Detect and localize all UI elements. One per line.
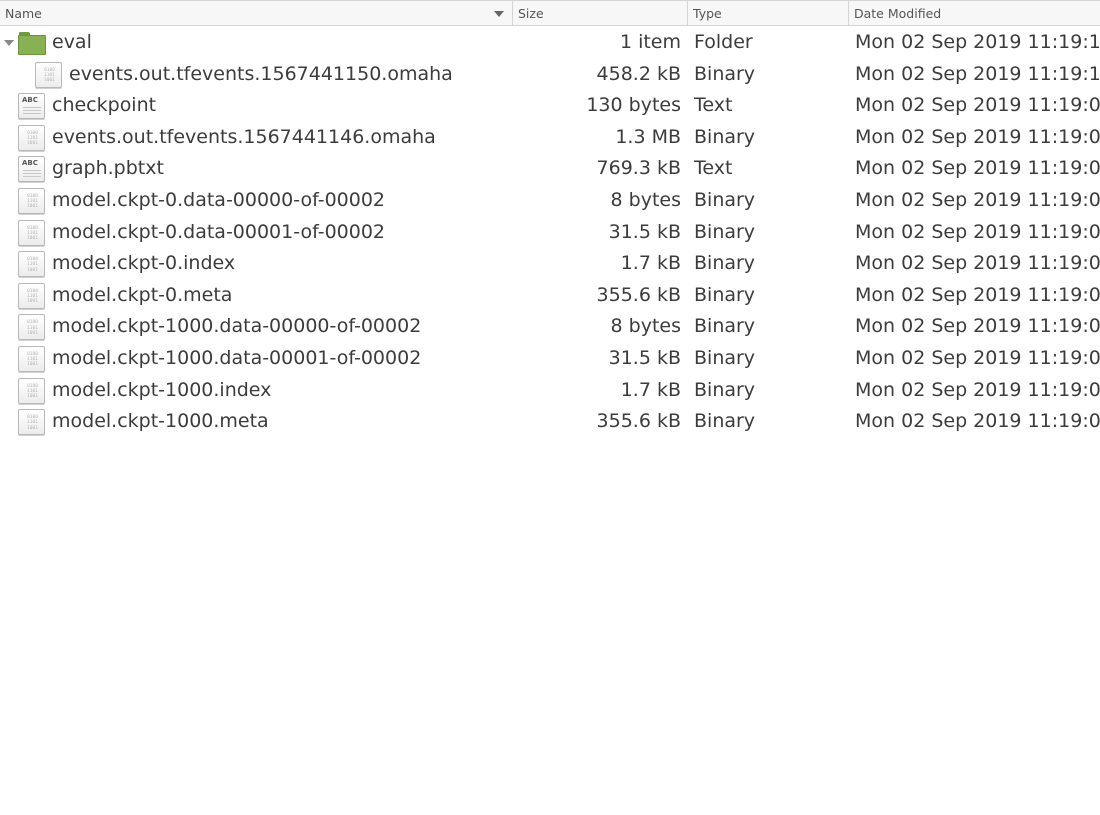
file-type: Binary (694, 283, 756, 306)
file-name: model.ckpt-1000.data-00000-of-00002 (52, 315, 422, 338)
binary-file-icon: 0100 1101 1001 (18, 409, 45, 436)
file-size: 355.6 kB (596, 283, 681, 306)
file-type: Binary (694, 220, 756, 243)
file-type: Text (694, 157, 733, 180)
file-size: 769.3 kB (596, 157, 681, 180)
file-size: 31.5 kB (608, 220, 681, 243)
file-date-modified: Mon 02 Sep 2019 11:19:09 AM (855, 378, 1100, 401)
file-type: Binary (694, 188, 756, 211)
file-date-modified: Mon 02 Sep 2019 11:19:07 AM (855, 252, 1100, 275)
file-type: Binary (694, 346, 756, 369)
file-row[interactable]: eval 1 item Folder Mon 02 Sep 2019 11:19:10… (0, 27, 1100, 59)
binary-file-icon: 0100 1101 1001 (35, 61, 62, 88)
file-date-modified: Mon 02 Sep 2019 11:19:10 AM (855, 62, 1100, 85)
binary-file-icon: 0100 1101 1001 (18, 282, 45, 309)
file-date-modified: Mon 02 Sep 2019 11:19:07 AM (855, 283, 1100, 306)
file-name: model.ckpt-1000.index (52, 378, 272, 401)
column-header-date-modified[interactable]: Date Modified (849, 1, 1100, 26)
binary-file-icon: 0100 1101 1001 (18, 124, 45, 151)
file-row[interactable]: 0100 1101 1001 model.ckpt-1000.meta 355.6 … (0, 406, 1100, 438)
column-header-type[interactable]: Type (688, 1, 849, 26)
file-row[interactable]: 0100 1101 1001 model.ckpt-1000.data-00000… (0, 311, 1100, 343)
file-size: 1.7 kB (620, 378, 681, 401)
file-row[interactable]: 0100 1101 1001 model.ckpt-0.index 1.7 kB Bi… (0, 248, 1100, 280)
file-type: Binary (694, 252, 756, 275)
file-date-modified: Mon 02 Sep 2019 11:19:07 AM (855, 220, 1100, 243)
file-name: checkpoint (52, 94, 157, 117)
file-size: 458.2 kB (596, 62, 681, 85)
file-size: 8 bytes (610, 188, 681, 211)
file-type: Binary (694, 410, 756, 433)
file-date-modified: Mon 02 Sep 2019 11:19:07 AM (855, 157, 1100, 180)
file-row[interactable]: 0100 1101 1001 model.ckpt-0.data-00000-of… (0, 185, 1100, 217)
file-size: 1.7 kB (620, 252, 681, 275)
file-date-modified: Mon 02 Sep 2019 11:19:09 AM (855, 125, 1100, 148)
file-name: graph.pbtxt (52, 157, 164, 180)
folder-icon (18, 30, 46, 56)
binary-file-icon: 0100 1101 1001 (18, 219, 45, 246)
file-type: Binary (694, 378, 756, 401)
file-size: 31.5 kB (608, 346, 681, 369)
file-name: model.ckpt-1000.data-00001-of-00002 (52, 346, 422, 369)
file-list: eval 1 item Folder Mon 02 Sep 2019 11:19:1 0… (0, 27, 1100, 438)
file-name: model.ckpt-0.data-00001-of-00002 (52, 220, 386, 243)
column-header-name[interactable]: Name (0, 1, 513, 26)
binary-file-icon: 0100 1101 1001 (18, 187, 45, 214)
file-date-modified: Mon 02 Sep 2019 11:19:10 AM (855, 31, 1100, 53)
file-row[interactable]: ABC graph.pbtxt 769.3 kB Text Mon 02 Sep 201… (0, 153, 1100, 185)
file-date-modified: Mon 02 Sep 2019 11:19:07 AM (855, 188, 1100, 211)
file-name: events.out.tfevents.1567441150.omaha (69, 62, 453, 85)
file-row[interactable]: 0100 1101 1001 events.out.tfevents.156744… (0, 122, 1100, 154)
sort-descending-icon[interactable] (494, 11, 504, 17)
file-name: model.ckpt-0.data-00000-of-00002 (52, 188, 386, 211)
file-name: eval (52, 31, 92, 53)
file-name: model.ckpt-0.index (52, 252, 236, 275)
file-size: 1.3 MB (615, 125, 681, 148)
file-date-modified: Mon 02 Sep 2019 11:19:09 AM (855, 94, 1100, 117)
column-header-size[interactable]: Size (513, 1, 688, 26)
file-type: Binary (694, 62, 756, 85)
binary-file-icon: 0100 1101 1001 (18, 377, 45, 404)
text-file-icon: ABC (18, 93, 45, 120)
file-size: 1 item (619, 31, 681, 53)
file-type: Binary (694, 315, 756, 338)
file-row[interactable]: 0100 1101 1001 model.ckpt-1000.data-00001… (0, 343, 1100, 375)
file-size: 130 bytes (586, 94, 681, 117)
file-row[interactable]: 0100 1101 1001 model.ckpt-1000.index 1.7 k… (0, 375, 1100, 407)
file-date-modified: Mon 02 Sep 2019 11:19:09 AM (855, 346, 1100, 369)
binary-file-icon: 0100 1101 1001 (18, 345, 45, 372)
file-row[interactable]: 0100 1101 1001 events.out.tfevents.156744… (0, 59, 1100, 91)
file-date-modified: Mon 02 Sep 2019 11:19:09 AM (855, 315, 1100, 338)
text-file-icon: ABC (18, 156, 45, 183)
file-size: 8 bytes (610, 315, 681, 338)
file-name: model.ckpt-0.meta (52, 283, 233, 306)
file-name: model.ckpt-1000.meta (52, 410, 269, 433)
file-date-modified: Mon 02 Sep 2019 11:19:09 AM (855, 410, 1100, 433)
binary-file-icon: 0100 1101 1001 (18, 314, 45, 341)
file-row[interactable]: 0100 1101 1001 model.ckpt-0.data-00001-of… (0, 217, 1100, 249)
file-name: events.out.tfevents.1567441146.omaha (52, 125, 436, 148)
file-size: 355.6 kB (596, 410, 681, 433)
file-type: Folder (694, 31, 753, 53)
file-type: Text (694, 94, 733, 117)
file-row[interactable]: 0100 1101 1001 model.ckpt-0.meta 355.6 kB B… (0, 280, 1100, 312)
column-header-bar: Name Size Type Date Modified (0, 0, 1100, 26)
file-row[interactable]: ABC checkpoint 130 bytes Text Mon 02 Sep 201… (0, 90, 1100, 122)
binary-file-icon: 0100 1101 1001 (18, 251, 45, 278)
file-type: Binary (694, 125, 756, 148)
expander-open-icon[interactable] (4, 40, 14, 46)
